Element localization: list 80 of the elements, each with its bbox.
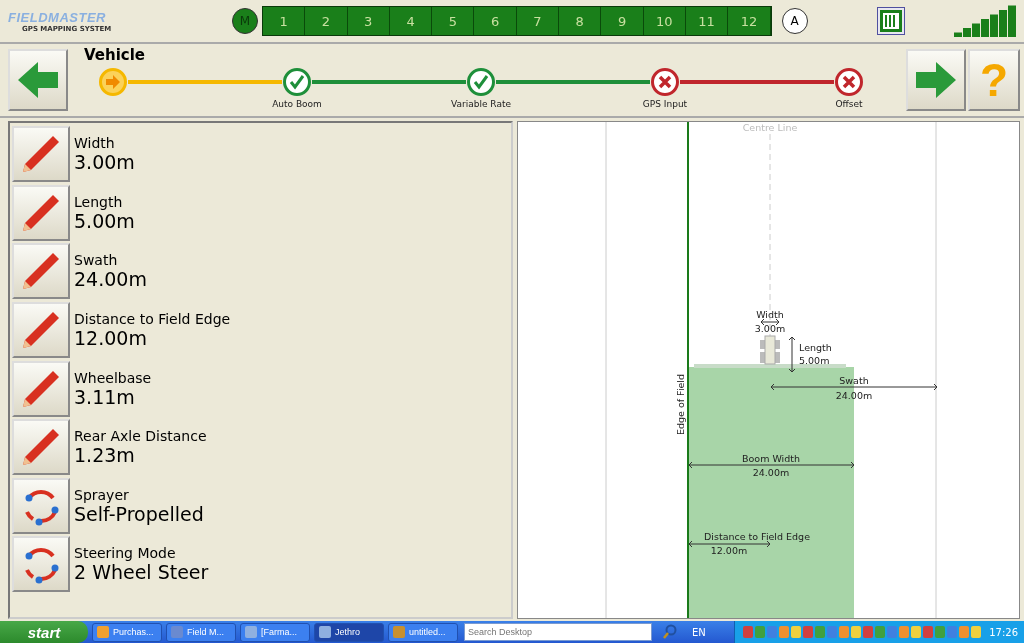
swath-label: Swath [839,375,869,386]
edge-of-field-label: Edge of Field [675,373,686,435]
setting-label: Wheelbase [74,369,152,386]
width-label: Width [756,309,784,320]
width-arrow [760,318,780,326]
app-icon [97,626,109,638]
edit-button[interactable] [12,419,70,476]
section-button[interactable]: 6 [474,7,517,35]
clock: 17:26 [989,626,1018,638]
setting-value: 12.00m [74,327,148,350]
distance-label: Distance to Field Edge [704,531,810,542]
cycle-button[interactable] [12,536,70,593]
tractor-drawing [760,335,780,365]
length-arrow [788,336,796,373]
setting-label: Distance to Field Edge [74,311,231,328]
taskbar-button[interactable]: Field M... [166,622,236,642]
section-button[interactable]: 3 [347,7,390,35]
taskbar-button[interactable]: [Farma... [240,622,310,642]
swath-value: 24.00m [835,390,873,401]
language-indicator[interactable]: EN [692,626,720,638]
auto-button[interactable]: A [781,8,808,34]
setting-value: 1.23m [74,444,136,467]
setting-value: 5.00m [74,209,135,232]
app-icon [171,626,183,638]
setting-value: 24.00m [74,268,147,291]
length-label: Length [799,342,832,353]
taskbar-button[interactable]: untitled... [388,622,458,642]
edit-button[interactable] [12,184,70,241]
search-icon[interactable] [662,624,678,640]
width-value: 3.00m [754,323,786,334]
master-section-button[interactable]: M [232,8,258,34]
boom-sections-icon[interactable] [876,7,905,35]
next-button[interactable] [906,49,966,111]
setting-label: Steering Mode [74,545,177,562]
step-label: GPS Input [642,99,688,109]
section-button[interactable]: 5 [432,7,475,35]
section-button[interactable]: 8 [559,7,602,35]
taskbar-button[interactable]: Jethro [314,622,384,642]
section-button[interactable]: 9 [601,7,644,35]
section-button[interactable]: 10 [643,7,686,35]
step-label: Offset [835,99,863,109]
section-button[interactable]: 7 [516,7,560,35]
boom-width-value: 24.00m [752,467,790,478]
tray-icons-drawing[interactable] [743,625,984,639]
step-label: Auto Boom [272,99,322,109]
start-button[interactable]: start [0,621,88,643]
wizard-title: Vehicle [84,46,145,64]
setting-label: Width [74,135,116,152]
edit-button[interactable] [12,302,70,359]
section-button[interactable]: 11 [685,7,729,35]
right-arrow-icon [914,60,958,100]
setting-label: Length [74,193,124,210]
setting-value: 3.11m [74,385,136,408]
left-arrow-icon [16,60,60,100]
section-button[interactable]: 4 [389,7,433,35]
logo-text: FIELDMASTER [8,9,107,25]
back-button[interactable] [8,49,68,111]
app-icon [245,626,257,638]
section-button[interactable]: 12 [728,7,771,35]
distance-value: 12.00m [710,545,748,556]
app-icon [319,626,331,638]
search-field[interactable]: Search Desktop [464,623,652,641]
cycle-button[interactable] [12,477,70,534]
taskbar-button[interactable]: Purchas... [92,622,162,642]
centre-line-label: Centre Line [742,122,798,133]
edit-button[interactable] [12,243,70,300]
length-value: 5.00m [799,355,830,366]
setting-value: 3.00m [74,151,135,174]
setting-label: Rear Axle Distance [74,428,207,445]
setting-label: Swath [74,252,119,269]
app-icon [393,626,405,638]
edit-button[interactable] [12,360,70,417]
section-button[interactable]: 2 [305,7,348,35]
setting-value: Self-Propelled [74,502,204,525]
boom-width-label: Boom Width [742,453,800,464]
edit-button[interactable] [12,126,70,183]
section-button[interactable]: 1 [263,7,306,35]
setting-label: Sprayer [74,486,130,503]
setting-value: 2 Wheel Steer [74,561,209,584]
step-label: Variable Rate [451,99,511,109]
